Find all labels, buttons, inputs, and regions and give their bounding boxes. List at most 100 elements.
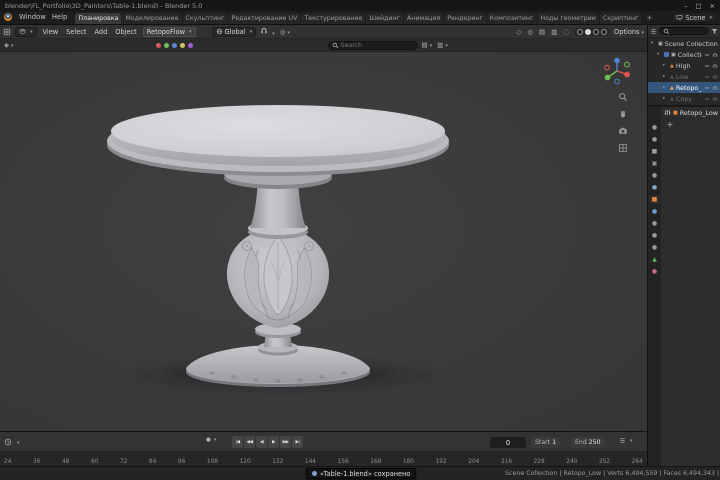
properties-tab[interactable]: ●	[649, 123, 660, 132]
properties-tab[interactable]: ■	[649, 147, 660, 156]
workspace-tab[interactable]: Скриптинг	[599, 13, 642, 24]
outliner-row[interactable]: ▾ ▣ Scene Collection	[648, 38, 720, 49]
tool-color-dot[interactable]	[179, 42, 185, 48]
breadcrumb-object-name[interactable]: Retopo_Low	[680, 109, 718, 117]
mode-selector[interactable]	[15, 26, 37, 37]
workspace-tab[interactable]: Рендеринг	[444, 13, 486, 24]
close-button[interactable]: ×	[710, 2, 715, 10]
properties-tab[interactable]: ●	[649, 135, 660, 144]
frame-start-field[interactable]: Start 1	[531, 437, 561, 448]
workspace-tab[interactable]: Скульптинг	[182, 13, 228, 24]
disclosure-arrow-icon[interactable]: ▸	[663, 74, 668, 79]
properties-tab[interactable]: ●	[649, 267, 660, 276]
shading-mode-button[interactable]	[585, 28, 592, 35]
workspace-tab[interactable]: Планировка	[75, 13, 122, 24]
viewport-menu-item[interactable]: Add	[93, 28, 110, 36]
camera-icon[interactable]	[712, 52, 718, 58]
overlay-icon[interactable]: ◌	[562, 28, 570, 36]
viewport-canvas[interactable]	[0, 52, 647, 431]
camera-icon[interactable]	[712, 85, 718, 91]
properties-tab[interactable]: ●	[649, 171, 660, 180]
outliner-row[interactable]: ▸ ▲ High	[648, 60, 720, 71]
timeline-view-dropdown[interactable]	[15, 437, 20, 446]
properties-tab[interactable]: ●	[649, 231, 660, 240]
camera-view-icon[interactable]	[618, 126, 628, 136]
shading-mode-button[interactable]	[593, 28, 600, 35]
outliner-row[interactable]: ▾ ▣ Collection	[648, 49, 720, 60]
disclosure-arrow-icon[interactable]: ▾	[657, 52, 662, 57]
outliner-item-label[interactable]: Retopo_Low	[676, 84, 702, 92]
filter-funnel-icon[interactable]	[711, 28, 718, 35]
timeline-ruler[interactable]: 24 36 48 60 72 84 96 108 120 132 144 156 168 180 192 20…	[0, 452, 647, 466]
editor-type-outliner-icon[interactable]	[650, 28, 657, 35]
transport-button[interactable]: ▶	[268, 436, 279, 448]
collection-checkbox[interactable]	[664, 52, 669, 57]
overlay-icon[interactable]: ◇	[515, 28, 522, 36]
timeline-extra-options[interactable]	[619, 437, 633, 444]
navigation-gizmo[interactable]	[602, 56, 632, 86]
editor-type-3d-viewport-icon[interactable]	[3, 28, 11, 36]
tool-color-dot[interactable]	[163, 42, 169, 48]
viewport-search-input[interactable]	[340, 41, 414, 49]
display-mode-icon[interactable]: ▤	[421, 41, 434, 49]
transport-button[interactable]: ◀◀	[244, 436, 255, 448]
minimize-button[interactable]: –	[684, 2, 687, 10]
current-frame-field[interactable]: 0	[490, 437, 526, 448]
eye-icon[interactable]	[704, 74, 710, 80]
proportional-editing-toggle[interactable]: ◎	[279, 28, 291, 36]
outliner-row[interactable]: ▸ ▲ Retopo_Low	[648, 82, 720, 93]
workspace-tab[interactable]: Редактирование UV	[228, 13, 301, 24]
overlay-icon[interactable]: ▤	[538, 28, 546, 36]
properties-tab[interactable]: ■	[649, 195, 660, 204]
viewport-menu-item[interactable]: View	[41, 28, 61, 36]
disclosure-arrow-icon[interactable]: ▾	[651, 41, 656, 46]
outliner-search-input[interactable]	[672, 27, 705, 35]
add-workspace-button[interactable]: +	[642, 14, 656, 24]
maximize-button[interactable]: □	[695, 2, 701, 10]
viewport-menu-item[interactable]: Select	[64, 28, 88, 36]
camera-icon[interactable]	[712, 96, 718, 102]
editor-type-properties-icon[interactable]	[664, 109, 671, 116]
overlay-icon[interactable]: ◎	[526, 28, 534, 36]
outliner-item-label[interactable]: Low	[676, 73, 689, 81]
outliner-item-label[interactable]: Copy	[676, 95, 692, 103]
options-dropdown[interactable]: Options	[614, 28, 644, 36]
viewport-menu-item[interactable]: Object	[113, 28, 138, 36]
transport-button[interactable]: ▶▶	[280, 436, 291, 448]
properties-tab[interactable]: ●	[649, 183, 660, 192]
tool-settings-icon[interactable]: ◈	[3, 41, 15, 49]
pan-hand-icon[interactable]	[618, 109, 628, 119]
properties-tab[interactable]: ▲	[649, 255, 660, 264]
workspace-tab[interactable]: Анимация	[403, 13, 444, 24]
eye-icon[interactable]	[704, 52, 710, 58]
snap-toggle[interactable]	[260, 27, 275, 37]
transport-button[interactable]: ▶|	[292, 436, 303, 448]
filter-list-icon[interactable]: ▥	[436, 41, 449, 49]
workspace-tab[interactable]: Текстурирование	[301, 13, 366, 24]
disclosure-arrow-icon[interactable]: ▸	[663, 96, 668, 101]
editor-type-timeline-icon[interactable]	[4, 438, 12, 446]
outliner-row[interactable]: ▸ ▲ Copy	[648, 93, 720, 104]
viewport-search[interactable]	[327, 40, 418, 50]
disclosure-arrow-icon[interactable]: ▸	[663, 85, 668, 90]
properties-tab[interactable]: ●	[649, 219, 660, 228]
outliner-item-label[interactable]: Collection	[678, 51, 702, 59]
transport-button[interactable]: |◀	[232, 436, 243, 448]
properties-tab[interactable]: ●	[649, 207, 660, 216]
frame-end-field[interactable]: End 250	[571, 437, 605, 448]
transport-button[interactable]: ◀	[256, 436, 267, 448]
workspace-tab[interactable]: Ноды геометрии	[537, 13, 599, 24]
tool-color-dot[interactable]	[171, 42, 177, 48]
workspace-tab[interactable]: Шейдинг	[366, 13, 403, 24]
transform-orientation-dropdown[interactable]: Global	[211, 26, 257, 37]
blender-logo-icon[interactable]	[4, 13, 12, 21]
outliner-search[interactable]	[659, 27, 709, 35]
outliner-item-label[interactable]: High	[676, 62, 691, 70]
perspective-toggle-icon[interactable]	[618, 143, 628, 153]
menubar-item[interactable]: Window	[16, 13, 49, 24]
workspace-tab[interactable]: Моделирование	[122, 13, 182, 24]
properties-tab[interactable]: ●	[649, 243, 660, 252]
workspace-tab[interactable]: Композитинг	[486, 13, 537, 24]
zoom-icon[interactable]	[618, 92, 628, 102]
outliner-item-label[interactable]: Scene Collection	[665, 40, 718, 48]
